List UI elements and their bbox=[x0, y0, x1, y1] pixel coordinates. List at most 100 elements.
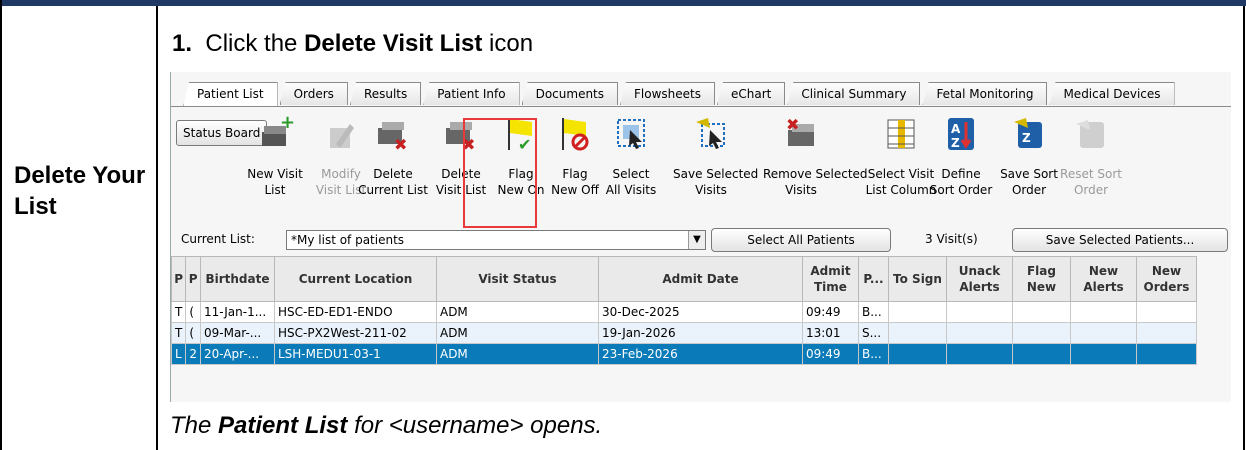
save-selected-patients-button[interactable]: Save Selected Patients... bbox=[1012, 228, 1228, 252]
toolbar-label-line2: Visits bbox=[785, 183, 817, 197]
table-row[interactable]: T(09-Mar-... HSC-PX2West-211-02 ADM 19-Jan-… bbox=[171, 322, 1197, 344]
table-cell bbox=[1011, 301, 1071, 323]
toolbar-label-line2: Current List bbox=[358, 183, 428, 197]
new-visit-list-button[interactable]: + New Visit List bbox=[237, 112, 313, 198]
tab-flowsheets[interactable]: Flowsheets bbox=[620, 82, 715, 105]
column-header[interactable]: Visit Status bbox=[435, 256, 599, 302]
table-column-divider bbox=[156, 6, 158, 450]
table-row[interactable]: T(11-Jan-1... HSC-ED-ED1-ENDO ADM 30-Dec-20… bbox=[171, 301, 1197, 323]
table-header-row: P P Birthdate Current Location Visit Status A… bbox=[171, 256, 1197, 302]
toolbar-label: New Visit List bbox=[237, 166, 313, 198]
top-border-bar bbox=[0, 0, 1246, 6]
tab-baseline bbox=[171, 106, 1231, 107]
table-cell: T bbox=[171, 301, 187, 323]
column-header[interactable]: P bbox=[171, 256, 187, 302]
table-cell: HSC-ED-ED1-ENDO bbox=[273, 301, 437, 323]
column-header[interactable]: Unack Alerts bbox=[945, 256, 1013, 302]
table-cell bbox=[1135, 301, 1197, 323]
table-row[interactable]: L 2 20-Apr-... LSH-MEDU1-03-1 ADM 23-Feb-2026… bbox=[171, 343, 1197, 365]
table-right-border bbox=[1243, 6, 1245, 450]
result-note: The Patient List for <username> opens. bbox=[170, 412, 602, 440]
result-text-bold: Patient List bbox=[218, 412, 348, 439]
tab-bar: Patient List Orders Results Patient Info… bbox=[183, 82, 1177, 107]
toolbar-label-line1: Define bbox=[941, 167, 981, 181]
new-visit-list-icon: + bbox=[256, 112, 295, 154]
table-cell bbox=[945, 343, 1013, 365]
column-header[interactable]: Flag New bbox=[1011, 256, 1071, 302]
chevron-down-icon[interactable]: ▼ bbox=[688, 231, 705, 249]
tab-patient-info[interactable]: Patient Info bbox=[423, 82, 520, 105]
tab-medical-devices[interactable]: Medical Devices bbox=[1049, 82, 1175, 105]
column-header[interactable]: Current Location bbox=[273, 256, 437, 302]
table-cell bbox=[887, 322, 947, 344]
table-cell: ADM bbox=[435, 343, 599, 365]
remove-selected-visits-button[interactable]: ✖ Remove Selected Visits bbox=[763, 112, 868, 198]
tab-patient-list[interactable]: Patient List bbox=[183, 82, 278, 107]
delete-current-list-button[interactable]: ✖ Delete Current List bbox=[355, 112, 431, 198]
table-cell bbox=[945, 322, 1013, 344]
column-header[interactable]: P bbox=[185, 256, 201, 302]
visit-count: 3 Visit(s) bbox=[925, 232, 978, 246]
step-instruction: 1. Click the Delete Visit List icon bbox=[172, 30, 533, 58]
define-sort-order-button[interactable]: A Z Define Sort Order bbox=[923, 112, 999, 198]
table-cell: S... bbox=[857, 322, 889, 344]
save-selected-visits-button[interactable]: Save Selected Visits bbox=[673, 112, 758, 198]
column-header[interactable]: Birthdate bbox=[199, 256, 275, 302]
table-cell: 09-Mar-... bbox=[199, 322, 275, 344]
tab-orders[interactable]: Orders bbox=[279, 82, 348, 105]
save-sort-order-icon: Z bbox=[1010, 114, 1048, 154]
svg-text:A: A bbox=[951, 122, 961, 136]
reset-sort-order-icon bbox=[1072, 114, 1110, 154]
table-cell: 2 bbox=[185, 343, 201, 365]
highlight-box bbox=[463, 118, 537, 228]
column-header[interactable]: Admit Date bbox=[597, 256, 803, 302]
column-header[interactable]: New Orders bbox=[1135, 256, 1197, 302]
step-text-pre: Click the bbox=[205, 30, 298, 57]
tab-documents[interactable]: Documents bbox=[521, 82, 619, 105]
column-header[interactable]: Admit Time bbox=[801, 256, 859, 302]
toolbar-label-line2: Order bbox=[1073, 183, 1109, 197]
table-cell: ADM bbox=[435, 322, 599, 344]
select-all-patients-button[interactable]: Select All Patients bbox=[711, 228, 891, 252]
table-cell bbox=[1069, 301, 1137, 323]
select-visit-list-column-icon bbox=[882, 114, 920, 154]
toolbar-label-line1: New Visit bbox=[247, 167, 303, 181]
tab-results[interactable]: Results bbox=[349, 82, 422, 105]
column-header[interactable]: New Alerts bbox=[1069, 256, 1137, 302]
table-cell: L bbox=[171, 343, 187, 365]
current-list-dropdown[interactable]: *My list of patients ▼ bbox=[286, 230, 706, 250]
table-cell: ADM bbox=[435, 301, 599, 323]
define-sort-order-icon: AZ bbox=[942, 114, 980, 154]
table-cell: ( bbox=[185, 301, 201, 323]
current-list-label: Current List: bbox=[181, 232, 255, 246]
reset-sort-order-button[interactable]: Reset Sort Order bbox=[1053, 112, 1129, 198]
svg-text:+: + bbox=[280, 114, 294, 133]
toolbar-label-line1: Reset Sort bbox=[1060, 167, 1122, 181]
table-cell bbox=[945, 301, 1013, 323]
column-header[interactable]: P... bbox=[857, 256, 889, 302]
column-header[interactable]: To Sign bbox=[887, 256, 947, 302]
table-cell: 13:01 bbox=[801, 322, 859, 344]
toolbar-label-line2: Sort Order bbox=[929, 183, 993, 197]
tab-echart[interactable]: eChart bbox=[717, 82, 786, 105]
table-cell: B... bbox=[857, 301, 889, 323]
svg-text:✖: ✖ bbox=[394, 135, 407, 154]
table-cell: 09:49 bbox=[801, 301, 859, 323]
table-cell bbox=[1135, 343, 1197, 365]
step-text-bold: Delete Visit List bbox=[304, 30, 483, 57]
tab-fetal-monitoring[interactable]: Fetal Monitoring bbox=[922, 82, 1048, 105]
toolbar-label: Select All Visits bbox=[593, 166, 669, 198]
table-cell: LSH-MEDU1-03-1 bbox=[273, 343, 437, 365]
select-all-visits-button[interactable]: Select All Visits bbox=[593, 112, 669, 198]
table-cell bbox=[1069, 343, 1137, 365]
svg-text:✖: ✖ bbox=[786, 115, 799, 134]
table-cell: 30-Dec-2025 bbox=[597, 301, 803, 323]
table-left-border bbox=[0, 0, 2, 450]
result-text-pre: The bbox=[170, 412, 212, 439]
table-cell: 20-Apr-... bbox=[199, 343, 275, 365]
remove-selected-visits-icon: ✖ bbox=[782, 114, 820, 154]
table-cell bbox=[887, 301, 947, 323]
toolbar-label: Save Selected Visits bbox=[673, 166, 758, 198]
app-screenshot: Patient List Orders Results Patient Info… bbox=[170, 72, 1231, 402]
tab-clinical-summary[interactable]: Clinical Summary bbox=[787, 82, 921, 105]
